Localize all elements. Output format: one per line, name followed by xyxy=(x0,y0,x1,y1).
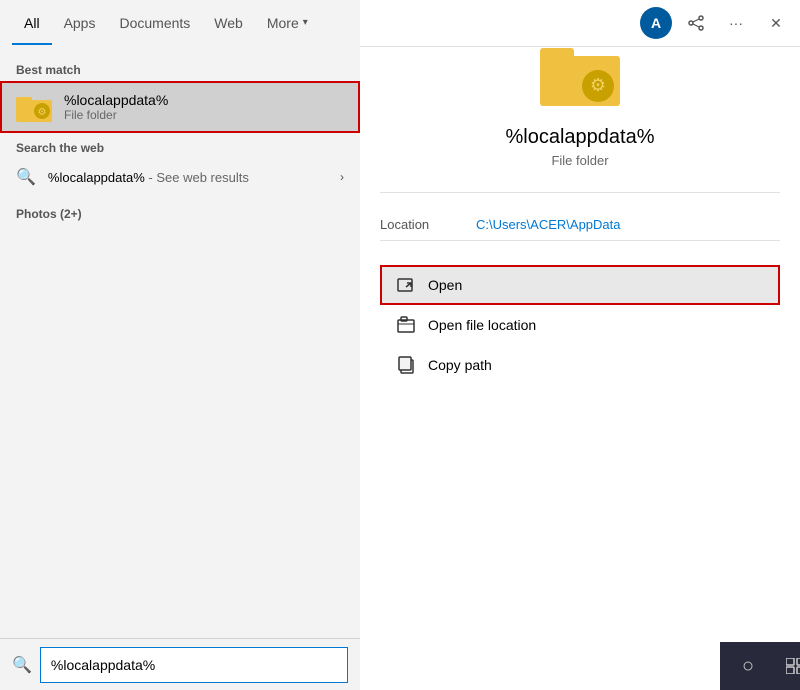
best-match-type: File folder xyxy=(64,108,344,122)
best-match-label: Best match xyxy=(0,55,360,81)
detail-divider-2 xyxy=(380,240,780,241)
copy-path-button[interactable]: Copy path xyxy=(380,345,780,385)
copy-icon xyxy=(396,355,416,375)
search-box-container: 🔍 xyxy=(0,638,360,690)
tab-apps[interactable]: Apps xyxy=(52,0,108,45)
chevron-down-icon: ▾ xyxy=(303,17,308,28)
search-box-icon: 🔍 xyxy=(12,655,32,675)
nav-bar: All Apps Documents Web More ▾ xyxy=(0,0,360,47)
more-options-button[interactable]: ··· xyxy=(720,7,752,39)
detail-panel: A ··· ✕ ⚙ %loc xyxy=(360,0,800,690)
detail-content: ⚙ %localappdata% File folder Location C:… xyxy=(360,0,800,690)
search-panel: All Apps Documents Web More ▾ Best match xyxy=(0,0,360,690)
tab-more[interactable]: More ▾ xyxy=(255,0,320,45)
results-area: Best match ⚙ %localappdata% File folder … xyxy=(0,47,360,638)
best-match-item[interactable]: ⚙ %localappdata% File folder xyxy=(0,81,360,133)
open-file-location-label: Open file location xyxy=(428,317,536,333)
open-icon xyxy=(396,275,416,295)
svg-text:⚙: ⚙ xyxy=(590,75,606,95)
detail-folder-icon: ⚙ xyxy=(540,40,620,110)
open-file-location-button[interactable]: Open file location xyxy=(380,305,780,345)
copy-path-label: Copy path xyxy=(428,357,492,373)
photos-section: Photos (2+) xyxy=(0,195,360,229)
user-avatar[interactable]: A xyxy=(640,7,672,39)
close-button[interactable]: ✕ xyxy=(760,7,792,39)
taskbar-search[interactable]: ○ xyxy=(728,646,768,686)
web-result-text: %localappdata% - See web results xyxy=(48,170,249,185)
folder-icon: ⚙ xyxy=(16,89,52,125)
best-match-info: %localappdata% File folder xyxy=(64,92,344,122)
taskbar-taskview[interactable] xyxy=(776,646,800,686)
open-label: Open xyxy=(428,277,462,293)
svg-text:⚙: ⚙ xyxy=(38,107,47,118)
chevron-right-icon: › xyxy=(340,170,344,184)
location-label: Location xyxy=(380,217,460,232)
file-location-icon xyxy=(396,315,416,335)
tab-all[interactable]: All xyxy=(12,0,52,45)
taskbar: ○ 📁 🌐 ✉️ e 🛍️ 🎮 ⚙️ xyxy=(720,642,800,690)
detail-title: %localappdata% xyxy=(506,126,655,149)
best-match-name: %localappdata% xyxy=(64,92,344,108)
detail-subtitle: File folder xyxy=(551,153,608,168)
web-result-item[interactable]: 🔍 %localappdata% - See web results › xyxy=(0,159,360,195)
open-button[interactable]: Open xyxy=(380,265,780,305)
detail-divider xyxy=(380,192,780,193)
web-section-label: Search the web xyxy=(0,133,360,159)
detail-location-row: Location C:\Users\ACER\AppData xyxy=(380,209,780,240)
search-input[interactable] xyxy=(40,647,348,683)
tab-documents[interactable]: Documents xyxy=(107,0,202,45)
location-path[interactable]: C:\Users\ACER\AppData xyxy=(476,217,621,232)
tab-web[interactable]: Web xyxy=(202,0,255,45)
share-button[interactable] xyxy=(680,7,712,39)
folder-svg: ⚙ xyxy=(16,92,52,122)
search-icon: 🔍 xyxy=(16,167,36,187)
detail-actions: Open Open file location xyxy=(380,265,780,385)
photos-label: Photos (2+) xyxy=(0,199,360,225)
